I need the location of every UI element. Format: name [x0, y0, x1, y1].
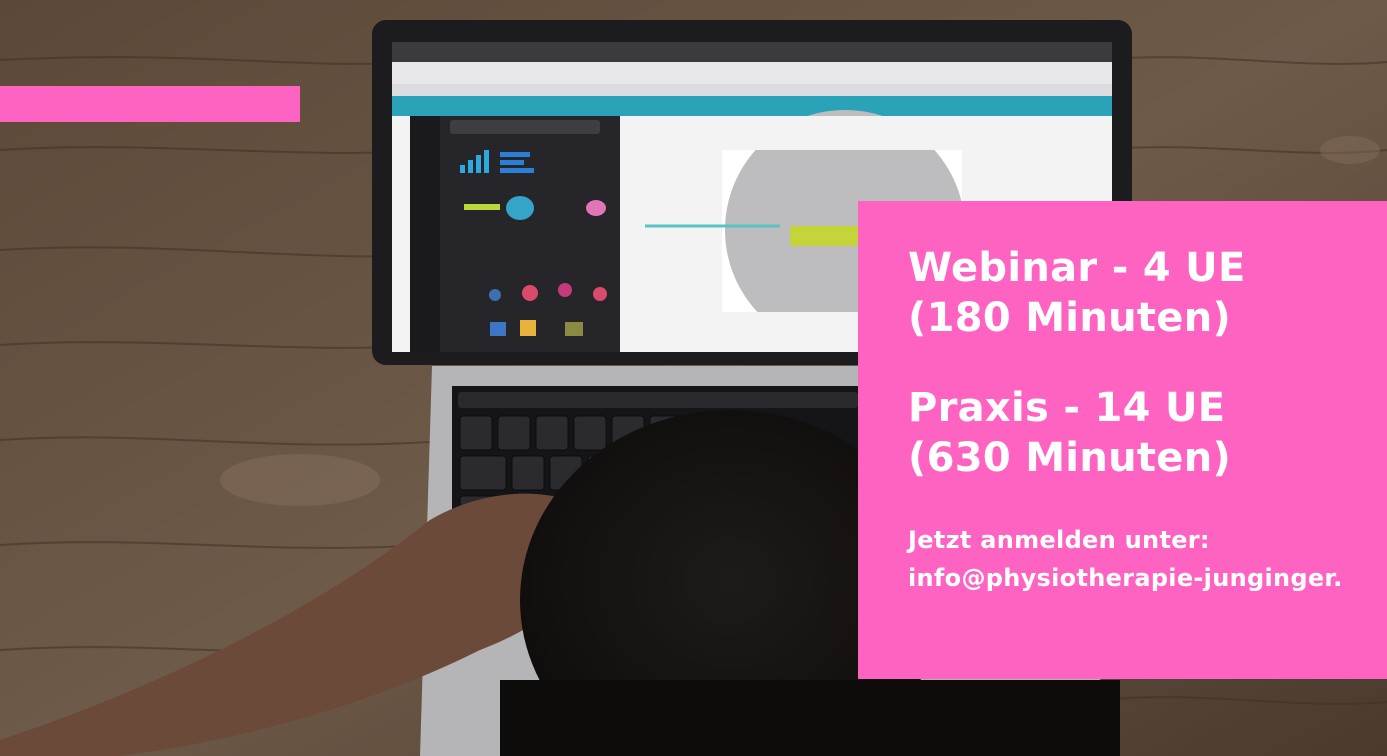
- browser-bookmarks: [392, 84, 1112, 96]
- browser-tabs: [392, 42, 1112, 62]
- signup-email-link[interactable]: info@physiotherapie-junginger.: [908, 559, 1387, 597]
- app-toolbar: [392, 96, 1112, 116]
- app-panel-search: [450, 120, 600, 134]
- signup-cta: Jetzt anmelden unter:: [908, 526, 1210, 554]
- webinar-title: Webinar - 4 UE: [908, 245, 1246, 291]
- accent-bar: [0, 86, 300, 122]
- browser-address-bar: [392, 62, 1112, 84]
- praxis-title: Praxis - 14 UE: [908, 385, 1226, 431]
- app-sidebar: [410, 116, 440, 352]
- praxis-duration: (630 Minuten): [908, 435, 1232, 481]
- person-shoulders: [500, 680, 1120, 756]
- wood-knot: [1320, 136, 1380, 164]
- touch-bar: [458, 392, 858, 408]
- webinar-duration: (180 Minuten): [908, 295, 1232, 341]
- canvas-shape-green: [790, 226, 860, 246]
- app-panel: [440, 116, 620, 352]
- wood-knot: [220, 454, 380, 506]
- info-card: Webinar - 4 UE (180 Minuten) Praxis - 14…: [858, 201, 1387, 679]
- canvas-clip-top: [700, 116, 1000, 150]
